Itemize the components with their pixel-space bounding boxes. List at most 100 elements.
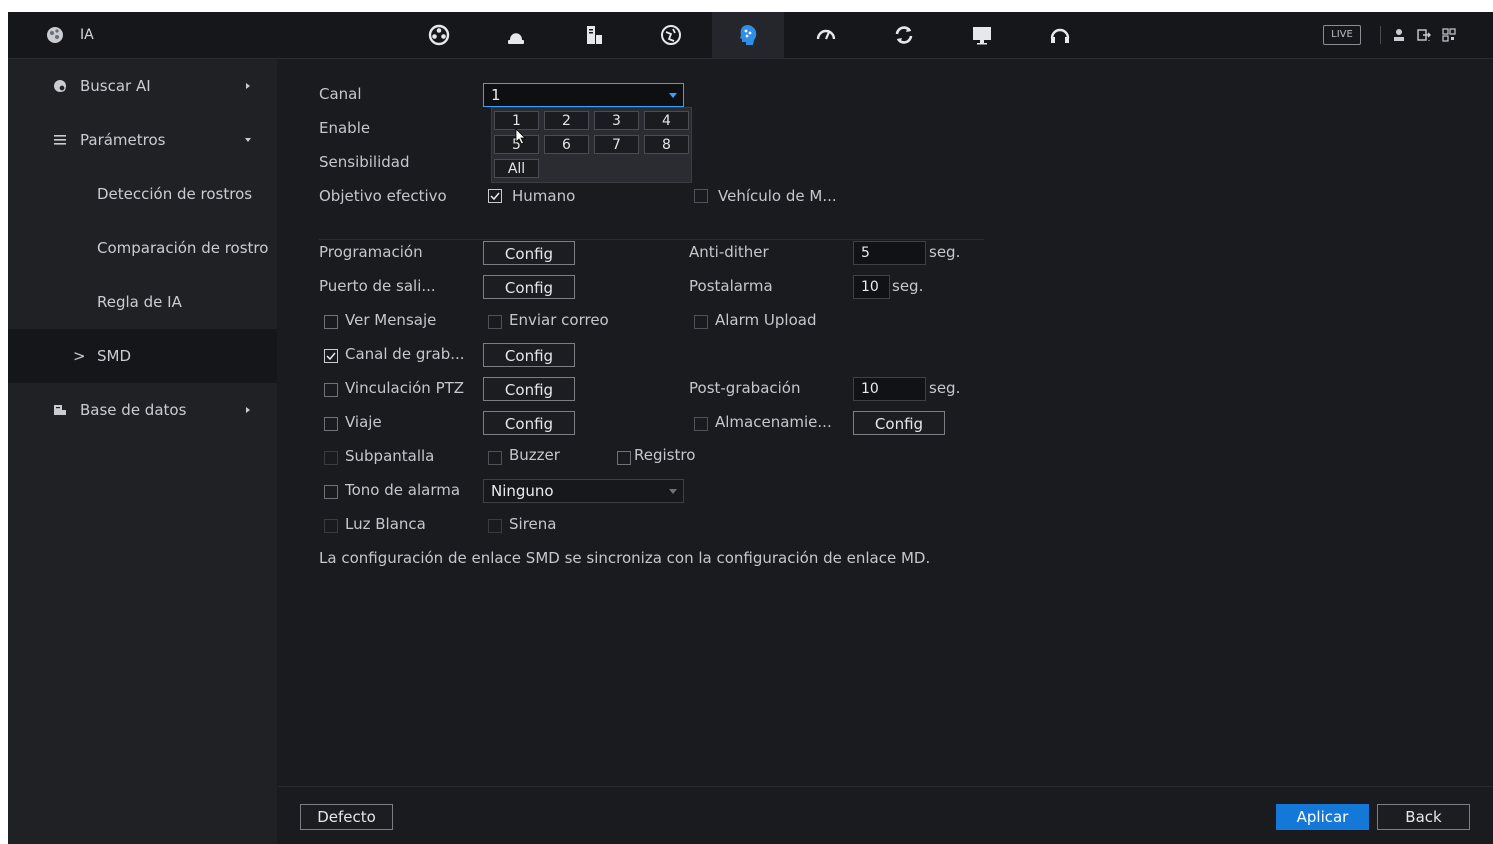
objetivo-label: Objetivo efectivo	[319, 187, 447, 205]
postalarma-input[interactable]: 10	[853, 275, 890, 299]
viaje-label: Viaje	[345, 413, 382, 431]
storage-device-icon	[587, 26, 602, 44]
tab-display[interactable]	[946, 12, 1018, 58]
vinculacion-ptz-label: Vinculación PTZ	[345, 379, 465, 397]
headset-support-icon	[1050, 28, 1070, 43]
alarm-upload-label: Alarm Upload	[715, 311, 817, 329]
post-grabacion-input[interactable]: 10	[853, 377, 926, 401]
canal-select[interactable]: 1	[483, 83, 684, 107]
enviar-correo-label: Enviar correo	[509, 311, 609, 329]
viaje-config-button[interactable]: Config	[483, 411, 575, 435]
tab-camera[interactable]	[403, 12, 475, 58]
canal-option-all[interactable]: All	[494, 159, 539, 178]
subpantalla-checkbox[interactable]	[324, 451, 338, 465]
anti-dither-input[interactable]: 5	[853, 241, 926, 265]
puerto-salida-label: Puerto de sali...	[319, 277, 436, 295]
app-title: IA	[80, 27, 94, 43]
registro-checkbox[interactable]	[617, 451, 631, 465]
refresh-sync-icon	[895, 26, 913, 44]
back-button[interactable]: Back	[1377, 804, 1470, 830]
sidebar-item-label: Parámetros	[80, 131, 166, 149]
canal-grabacion-checkbox[interactable]	[324, 349, 338, 363]
user-icon[interactable]	[1391, 27, 1407, 43]
sidebar-item-base-datos[interactable]: Base de datos	[8, 383, 277, 437]
defecto-button[interactable]: Defecto	[300, 804, 393, 830]
sidebar-item-label: Regla de IA	[97, 293, 182, 311]
tab-storage[interactable]	[558, 12, 630, 58]
sidebar-item-label: Buscar AI	[80, 77, 151, 95]
registro-label: Registro	[634, 446, 696, 464]
canal-value: 1	[491, 86, 501, 104]
canal-option[interactable]: 3	[594, 111, 639, 130]
anti-dither-unit: seg.	[929, 243, 961, 261]
chevron-right-icon	[246, 83, 250, 89]
programacion-config-button[interactable]: Config	[483, 241, 575, 265]
chevron-down-icon	[245, 138, 251, 142]
canal-label: Canal	[319, 85, 362, 103]
viaje-checkbox[interactable]	[324, 417, 338, 431]
app-window: IA LIVE Buscar AI Parámetros Detección d…	[8, 12, 1493, 844]
database-icon	[54, 405, 66, 415]
tab-ai[interactable]	[712, 12, 784, 58]
tono-alarma-checkbox[interactable]	[324, 485, 338, 499]
humano-label: Humano	[512, 187, 576, 205]
postalarma-label: Postalarma	[689, 277, 773, 295]
logout-icon[interactable]	[1416, 27, 1432, 43]
qr-code-icon[interactable]	[1441, 27, 1457, 43]
postalarma-unit: seg.	[892, 277, 924, 295]
aplicar-button[interactable]: Aplicar	[1276, 804, 1369, 830]
sidebar-item-smd[interactable]: > SMD	[8, 329, 277, 383]
chevron-right-icon	[246, 407, 250, 413]
camera-ptz-icon	[428, 24, 450, 46]
tab-performance[interactable]	[790, 12, 862, 58]
sidebar-item-label: Comparación de rostro	[97, 239, 269, 257]
speedometer-icon	[816, 29, 836, 40]
ai-head-logo-icon	[47, 27, 63, 43]
top-bar: IA LIVE	[8, 12, 1493, 59]
almacenamiento-config-button[interactable]: Config	[853, 411, 945, 435]
canal-option[interactable]: 4	[644, 111, 689, 130]
post-grabacion-unit: seg.	[929, 379, 961, 397]
vinculacion-ptz-checkbox[interactable]	[324, 383, 338, 397]
live-button[interactable]: LIVE	[1323, 25, 1361, 45]
almacenamiento-checkbox[interactable]	[694, 417, 708, 431]
tab-update[interactable]	[868, 12, 940, 58]
canal-option[interactable]: 7	[594, 135, 639, 154]
sidebar: Buscar AI Parámetros Detección de rostro…	[8, 59, 277, 844]
sidebar-item-parametros[interactable]: Parámetros	[8, 113, 277, 167]
vehiculo-label: Vehículo de M...	[718, 187, 837, 205]
sidebar-item-label: Base de datos	[80, 401, 187, 419]
tono-alarma-select[interactable]: Ninguno	[483, 479, 684, 503]
luz-blanca-checkbox[interactable]	[324, 519, 338, 533]
puerto-salida-config-button[interactable]: Config	[483, 275, 575, 299]
sidebar-item-comparacion-rostro[interactable]: Comparación de rostro	[8, 221, 277, 275]
sidebar-item-buscar-ai[interactable]: Buscar AI	[8, 59, 277, 113]
canal-option[interactable]: 6	[544, 135, 589, 154]
sync-note: La configuración de enlace SMD se sincro…	[319, 549, 931, 567]
vinculacion-ptz-config-button[interactable]: Config	[483, 377, 575, 401]
sidebar-item-label: Detección de rostros	[97, 185, 253, 203]
sirena-checkbox[interactable]	[488, 519, 502, 533]
canal-option[interactable]: 2	[544, 111, 589, 130]
tab-network[interactable]	[635, 12, 707, 58]
enviar-correo-checkbox[interactable]	[488, 315, 502, 329]
sirena-label: Sirena	[509, 515, 557, 533]
mouse-cursor-icon	[515, 128, 526, 145]
checkmark-icon	[326, 352, 336, 361]
sidebar-item-deteccion-rostros[interactable]: Detección de rostros	[8, 167, 277, 221]
vehiculo-checkbox[interactable]	[694, 189, 708, 203]
tab-alarm[interactable]	[480, 12, 552, 58]
tab-support[interactable]	[1024, 12, 1096, 58]
dropdown-arrow-icon	[669, 489, 677, 494]
sidebar-item-regla-ia[interactable]: Regla de IA	[8, 275, 277, 329]
humano-checkbox[interactable]	[488, 189, 502, 203]
ver-mensaje-checkbox[interactable]	[324, 315, 338, 329]
canal-option[interactable]: 8	[644, 135, 689, 154]
canal-grabacion-config-button[interactable]: Config	[483, 343, 575, 367]
monitor-display-icon	[973, 27, 991, 45]
search-ai-icon	[54, 80, 66, 92]
buzzer-checkbox[interactable]	[488, 451, 502, 465]
network-globe-icon	[661, 25, 681, 45]
subpantalla-label: Subpantalla	[345, 447, 435, 465]
alarm-upload-checkbox[interactable]	[694, 315, 708, 329]
